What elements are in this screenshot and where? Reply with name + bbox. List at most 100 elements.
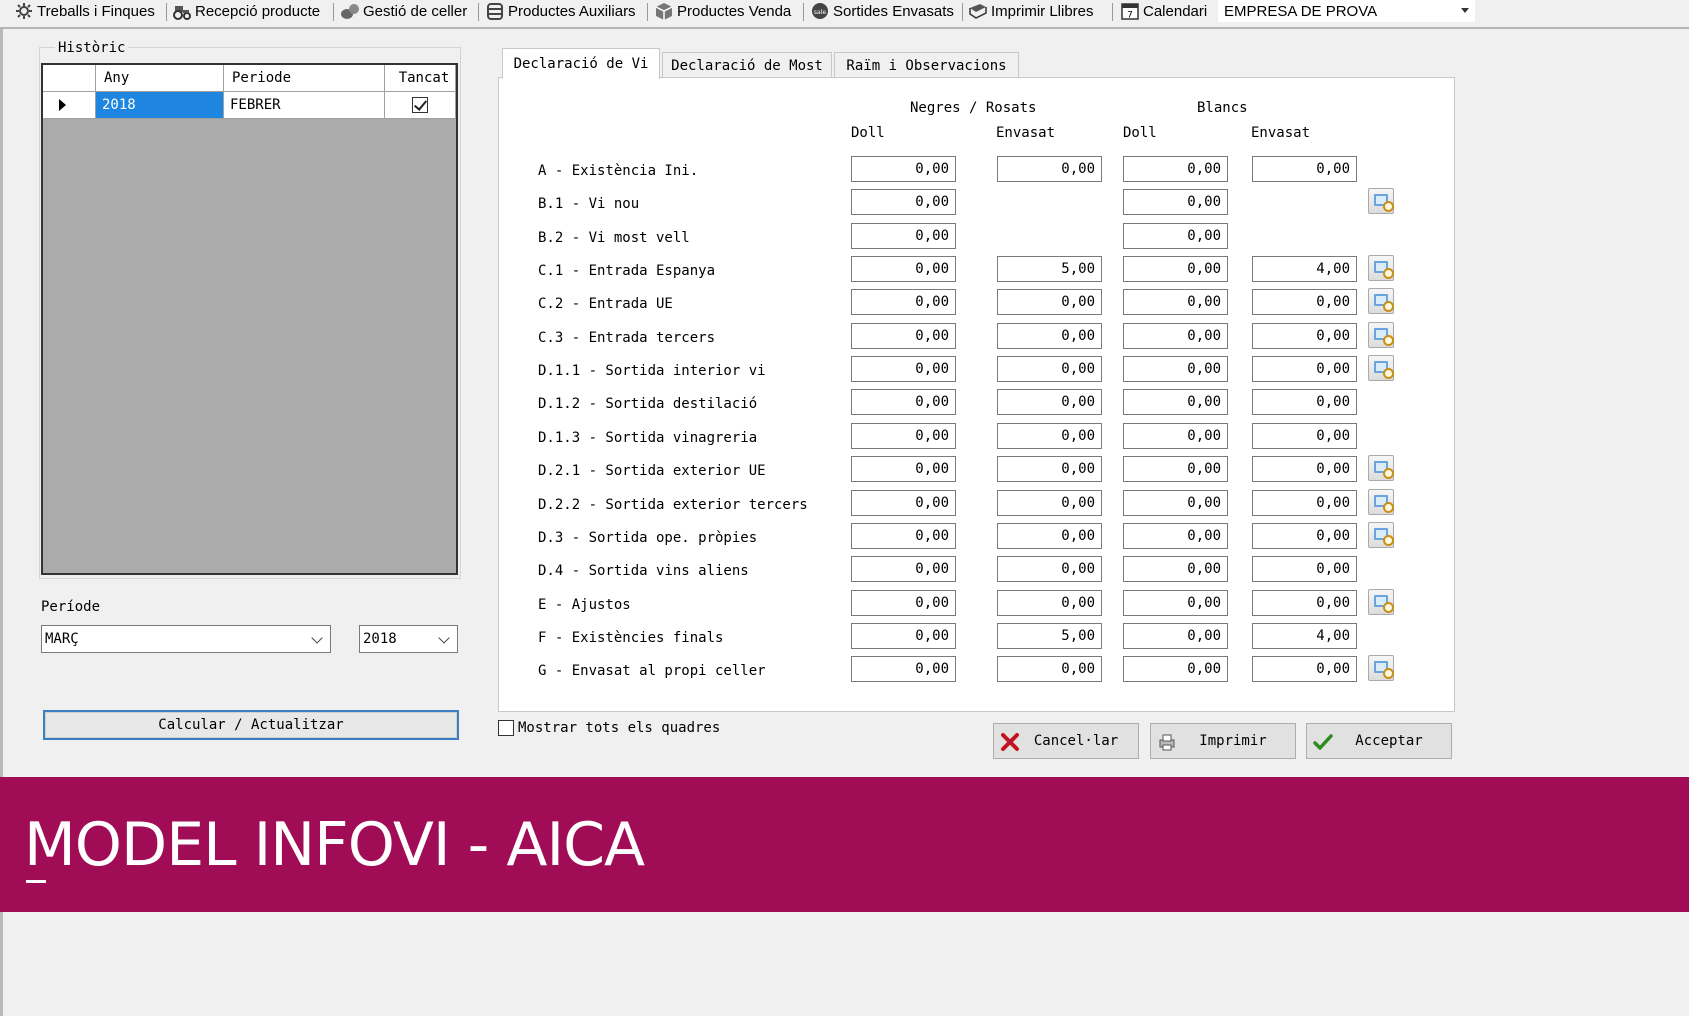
value-field[interactable]: 0,00 (1252, 423, 1357, 449)
company-select[interactable]: EMPRESA DE PROVA (1218, 0, 1475, 22)
month-select[interactable]: MARÇ (41, 625, 331, 653)
value-field[interactable]: 0,00 (1252, 156, 1357, 182)
cell-year[interactable]: 2018 (96, 92, 224, 119)
lookup-detail-icon[interactable] (1368, 355, 1394, 381)
value-field[interactable]: 0,00 (851, 490, 956, 516)
value-field[interactable]: 0,00 (997, 590, 1102, 616)
value-field[interactable]: 0,00 (1123, 523, 1228, 549)
value-field[interactable]: 0,00 (851, 189, 956, 215)
value-field[interactable]: 0,00 (1123, 556, 1228, 582)
cell-closed[interactable] (385, 92, 456, 119)
value-field[interactable]: 0,00 (1123, 189, 1228, 215)
column-header-periode[interactable]: Periode (224, 65, 385, 92)
value-field[interactable]: 0,00 (851, 456, 956, 482)
value-field[interactable]: 0,00 (997, 423, 1102, 449)
value-field[interactable]: 0,00 (997, 556, 1102, 582)
tab-raim-observacions[interactable]: Raïm i Observacions (834, 52, 1019, 78)
table-row[interactable]: 2018 FEBRER (43, 92, 456, 119)
value-field[interactable]: 0,00 (1252, 656, 1357, 682)
toolbar-item-recepcio[interactable]: Recepció producte (172, 0, 320, 22)
cell-period[interactable]: FEBRER (224, 92, 385, 119)
value-field[interactable]: 0,00 (1123, 256, 1228, 282)
value-field[interactable]: 0,00 (851, 223, 956, 249)
value-field[interactable]: 0,00 (1123, 623, 1228, 649)
value-field[interactable]: 0,00 (1123, 590, 1228, 616)
lookup-detail-icon[interactable] (1368, 255, 1394, 281)
value-field[interactable]: 0,00 (1252, 289, 1357, 315)
value-field[interactable]: 5,00 (997, 623, 1102, 649)
calculate-button[interactable]: Calcular / Actualitzar (43, 710, 459, 740)
value-field[interactable]: 0,00 (1123, 456, 1228, 482)
value-field[interactable]: 0,00 (851, 256, 956, 282)
value-field[interactable]: 0,00 (1252, 523, 1357, 549)
year-select[interactable]: 2018 (359, 625, 458, 653)
lookup-detail-icon[interactable] (1368, 188, 1394, 214)
value-field[interactable]: 0,00 (997, 523, 1102, 549)
value-field[interactable]: 0,00 (851, 656, 956, 682)
value-field[interactable]: 0,00 (851, 356, 956, 382)
tab-declaracio-vi[interactable]: Declaració de Vi (502, 48, 660, 79)
value-field[interactable]: 0,00 (997, 656, 1102, 682)
column-header-tancat[interactable]: Tancat (385, 65, 456, 92)
value-field[interactable]: 0,00 (1123, 323, 1228, 349)
value-field[interactable]: 0,00 (851, 289, 956, 315)
toolbar-item-productes-venda[interactable]: Productes Venda (654, 0, 791, 22)
toolbar-item-sortides-envasats[interactable]: sale Sortides Envasats (810, 0, 954, 22)
value-field[interactable]: 0,00 (1252, 356, 1357, 382)
value-field[interactable]: 0,00 (1252, 590, 1357, 616)
value-field[interactable]: 0,00 (1123, 656, 1228, 682)
value-field[interactable]: 0,00 (851, 556, 956, 582)
calendar-icon: 7 (1120, 2, 1140, 21)
value-field[interactable]: 0,00 (1123, 423, 1228, 449)
value-field[interactable]: 0,00 (1123, 356, 1228, 382)
value-field[interactable]: 0,00 (1252, 389, 1357, 415)
toolbar-item-gestio-celler[interactable]: Gestió de celler (340, 0, 467, 22)
checkbox-box[interactable] (498, 720, 514, 736)
column-header-any[interactable]: Any (96, 65, 224, 92)
value-field[interactable]: 0,00 (851, 156, 956, 182)
toolbar-item-calendari[interactable]: 7 Calendari (1120, 0, 1207, 22)
lookup-detail-icon[interactable] (1368, 322, 1394, 348)
value-field[interactable]: 0,00 (997, 389, 1102, 415)
value-field[interactable]: 0,00 (1252, 323, 1357, 349)
value-field[interactable]: 0,00 (851, 523, 956, 549)
value-field[interactable]: 0,00 (997, 490, 1102, 516)
print-button[interactable]: Imprimir (1150, 723, 1296, 759)
value-field[interactable]: 0,00 (851, 590, 956, 616)
lookup-detail-icon[interactable] (1368, 455, 1394, 481)
value-field[interactable]: 0,00 (1123, 389, 1228, 415)
lookup-detail-icon[interactable] (1368, 288, 1394, 314)
value-field[interactable]: 0,00 (997, 456, 1102, 482)
value-field[interactable]: 0,00 (851, 389, 956, 415)
toolbar-item-imprimir-llibres[interactable]: Imprimir Llibres (968, 0, 1094, 22)
show-all-checkbox[interactable]: Mostrar tots els quadres (498, 720, 720, 736)
value-field[interactable]: 0,00 (997, 289, 1102, 315)
toolbar-item-productes-auxiliars[interactable]: Productes Auxiliars (485, 0, 636, 22)
lookup-detail-icon[interactable] (1368, 522, 1394, 548)
lookup-detail-icon[interactable] (1368, 589, 1394, 615)
value-field[interactable]: 0,00 (851, 323, 956, 349)
lookup-detail-icon[interactable] (1368, 655, 1394, 681)
value-field[interactable]: 0,00 (997, 356, 1102, 382)
cancel-button[interactable]: Cancel·lar (993, 723, 1139, 759)
tab-declaracio-most[interactable]: Declaració de Most (662, 52, 832, 78)
value-field[interactable]: 5,00 (997, 256, 1102, 282)
value-field[interactable]: 0,00 (851, 423, 956, 449)
toolbar-item-treballs[interactable]: Treballs i Finques (14, 0, 155, 22)
historic-grid[interactable]: Any Periode Tancat 2018 FEBRER (41, 63, 458, 575)
value-field[interactable]: 0,00 (997, 323, 1102, 349)
value-field[interactable]: 0,00 (1123, 289, 1228, 315)
accept-button[interactable]: Acceptar (1306, 723, 1452, 759)
value-field[interactable]: 0,00 (1123, 490, 1228, 516)
value-field[interactable]: 0,00 (1123, 223, 1228, 249)
value-field[interactable]: 4,00 (1252, 623, 1357, 649)
value-field[interactable]: 0,00 (1252, 490, 1357, 516)
value-field[interactable]: 0,00 (851, 623, 956, 649)
value-field[interactable]: 0,00 (997, 156, 1102, 182)
lookup-detail-icon[interactable] (1368, 489, 1394, 515)
closed-checkbox[interactable] (412, 97, 428, 113)
value-field[interactable]: 4,00 (1252, 256, 1357, 282)
value-field[interactable]: 0,00 (1252, 456, 1357, 482)
value-field[interactable]: 0,00 (1252, 556, 1357, 582)
value-field[interactable]: 0,00 (1123, 156, 1228, 182)
